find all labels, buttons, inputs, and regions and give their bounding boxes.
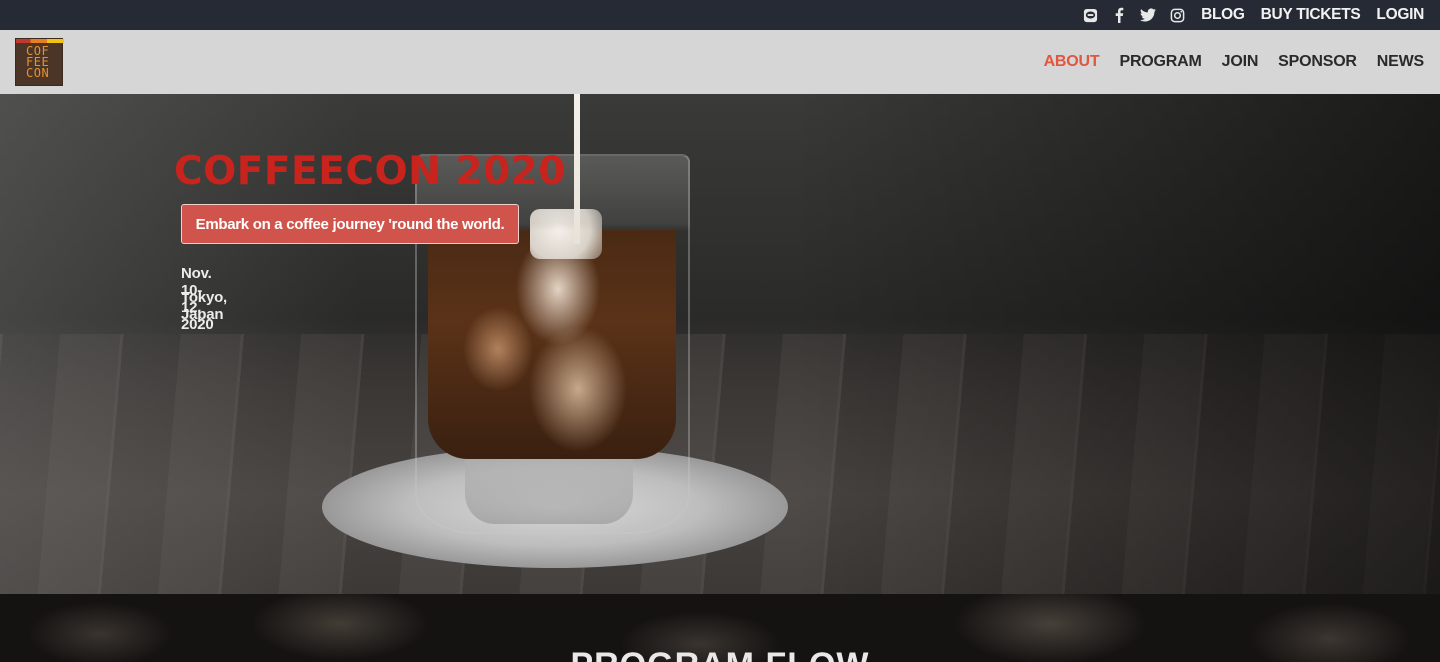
login-link[interactable]: LOGIN	[1376, 6, 1424, 24]
main-navbar: COF FEE CON ABOUT PROGRAM JOIN SPONSOR N…	[0, 30, 1440, 94]
logo-stripe	[16, 39, 64, 43]
instagram-icon[interactable]	[1169, 7, 1185, 23]
coffeecon-logo[interactable]: COF FEE CON	[15, 38, 64, 86]
nav-join[interactable]: JOIN	[1222, 53, 1259, 71]
event-location: Tokyo, Japan	[181, 289, 228, 323]
nav-program[interactable]: PROGRAM	[1119, 53, 1201, 71]
top-utility-bar: BLOG BUY TICKETS LOGIN	[0, 0, 1440, 30]
program-flow-section: PROGRAM FLOW	[0, 594, 1440, 662]
program-flow-heading: PROGRAM FLOW	[0, 646, 1440, 662]
hero-title: COFFEECON 2020	[174, 149, 566, 194]
top-links: BLOG BUY TICKETS LOGIN	[1201, 6, 1424, 24]
hero-banner: COFFEECON 2020 Embark on a coffee journe…	[0, 94, 1440, 594]
hero-tagline: Embark on a coffee journey 'round the wo…	[181, 204, 519, 244]
facebook-icon[interactable]	[1111, 7, 1127, 23]
blog-link[interactable]: BLOG	[1201, 6, 1245, 24]
nav-news[interactable]: NEWS	[1377, 53, 1424, 71]
nav-sponsor[interactable]: SPONSOR	[1278, 53, 1357, 71]
twitter-icon[interactable]	[1140, 7, 1157, 23]
line-icon[interactable]	[1082, 7, 1098, 23]
primary-nav: ABOUT PROGRAM JOIN SPONSOR NEWS	[1044, 53, 1425, 71]
buy-tickets-link[interactable]: BUY TICKETS	[1261, 6, 1361, 24]
social-links	[1082, 7, 1185, 23]
logo-line-3: CON	[26, 65, 50, 80]
nav-about[interactable]: ABOUT	[1044, 53, 1100, 71]
